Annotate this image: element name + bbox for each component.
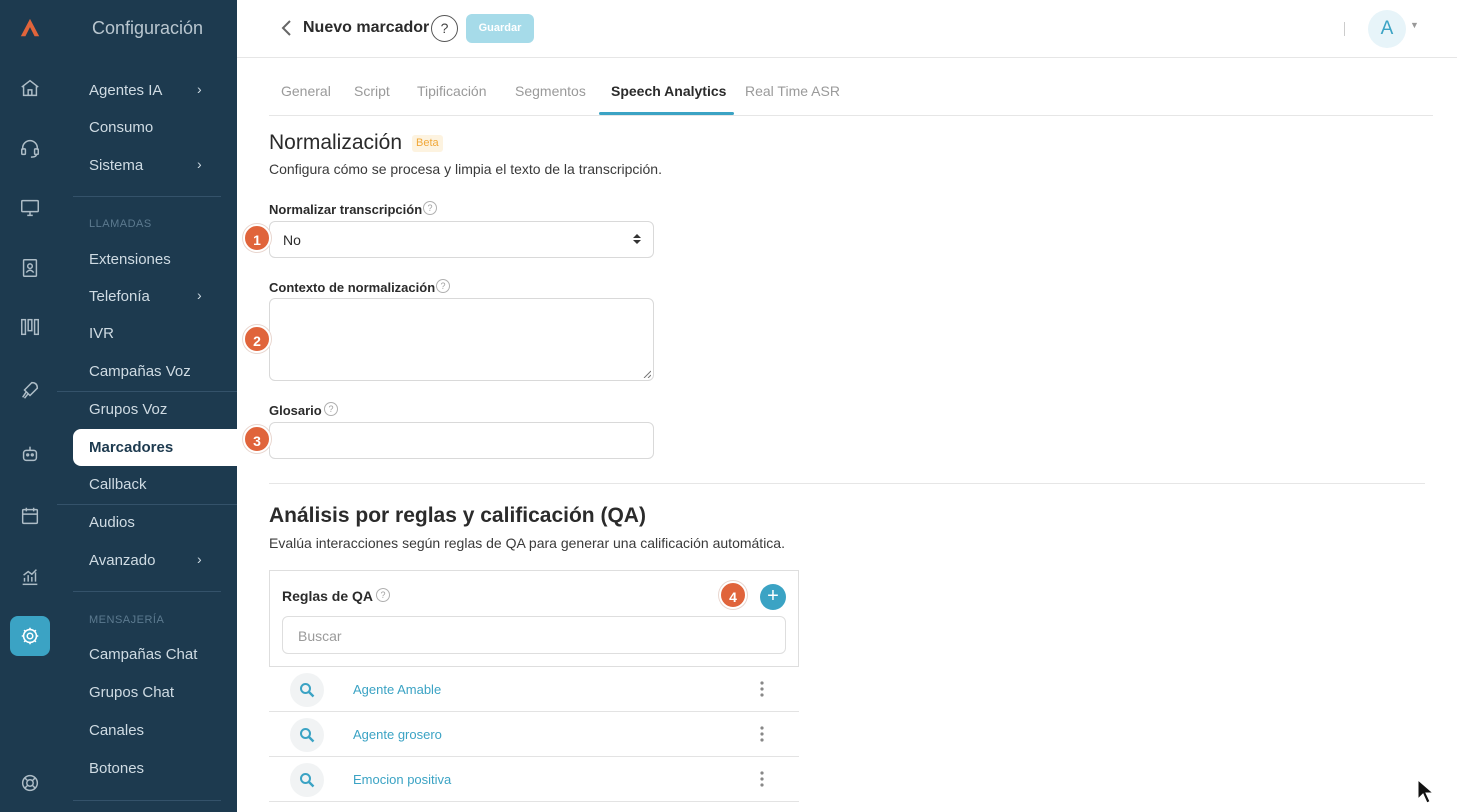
help-icon[interactable]: ? <box>324 402 338 416</box>
sidebar-item-ivr[interactable]: IVR <box>89 324 114 344</box>
step-marker-4: 4 <box>719 581 747 609</box>
mouse-cursor-icon <box>1417 779 1435 804</box>
select-caret-icon <box>633 234 641 244</box>
user-avatar[interactable]: A <box>1368 10 1406 48</box>
logo-icon[interactable] <box>10 8 50 48</box>
kebab-menu-icon[interactable] <box>759 725 765 743</box>
sidebar-item-extensiones[interactable]: Extensiones <box>89 250 171 270</box>
step-marker-3: 3 <box>243 425 271 453</box>
step-marker-2: 2 <box>243 325 271 353</box>
sidebar-item-marcadores[interactable]: Marcadores <box>89 438 173 458</box>
tab-script[interactable]: Script <box>354 83 390 99</box>
tab-speech-analytics[interactable]: Speech Analytics <box>611 83 726 99</box>
qa-rule-name[interactable]: Agente grosero <box>353 727 442 742</box>
sidebar-item-avanzado[interactable]: Avanzado <box>89 551 155 571</box>
resize-handle-icon[interactable] <box>643 370 651 378</box>
search-input[interactable]: Buscar <box>282 616 786 654</box>
beta-badge: Beta <box>412 135 443 152</box>
sidebar-item-sistema[interactable]: Sistema <box>89 156 143 176</box>
sidebar-divider <box>73 800 221 801</box>
sidebar-item-grupos-chat[interactable]: Grupos Chat <box>89 683 174 703</box>
icon-rail <box>0 0 57 812</box>
sidebar-item-agentes-ia[interactable]: Agentes IA <box>89 81 162 101</box>
qa-rules-label: Reglas de QA <box>282 588 374 604</box>
sidebar-item-audios[interactable]: Audios <box>89 513 135 533</box>
active-tab-indicator <box>599 112 734 115</box>
chevron-right-icon: › <box>197 287 202 303</box>
glosario-input[interactable] <box>269 422 654 459</box>
tab-general[interactable]: General <box>281 83 331 99</box>
section-divider <box>269 483 1425 484</box>
qa-rule-name[interactable]: Emocion positiva <box>353 772 451 787</box>
normalizar-select[interactable]: No <box>269 221 654 258</box>
calendar-icon[interactable] <box>10 496 50 536</box>
qa-rule-row[interactable]: Agente Amable <box>269 667 799 712</box>
sidebar-item-telefonia[interactable]: Telefonía <box>89 287 150 307</box>
sidebar-divider <box>57 504 237 505</box>
normalizacion-title: Normalización <box>269 131 403 154</box>
search-icon <box>290 673 324 707</box>
help-icon[interactable]: ? <box>423 201 437 215</box>
sidebar-item-campanas-chat[interactable]: Campañas Chat <box>89 645 197 665</box>
headset-icon[interactable] <box>10 128 50 168</box>
tab-tipificacion[interactable]: Tipificación <box>417 83 487 99</box>
chevron-right-icon: › <box>197 551 202 567</box>
back-arrow-icon[interactable] <box>277 17 297 39</box>
add-rule-button[interactable]: + <box>760 584 786 610</box>
settings-sidebar: Configuración Agentes IA › Consumo Siste… <box>57 0 238 812</box>
help-icon[interactable]: ? <box>376 588 390 602</box>
tab-bar: General Script Tipificación Segmentos Sp… <box>269 72 1433 116</box>
qa-title: Análisis por reglas y calificación (QA) <box>269 504 646 527</box>
kebab-menu-icon[interactable] <box>759 770 765 788</box>
sidebar-item-callback[interactable]: Callback <box>89 475 147 495</box>
contexto-textarea[interactable] <box>269 298 654 381</box>
sidebar-section-llamadas: LLAMADAS <box>89 218 152 230</box>
sidebar-title: Configuración <box>92 18 204 38</box>
glosario-label: Glosario <box>269 403 322 418</box>
bars-icon[interactable] <box>10 307 50 347</box>
normalizar-label: Normalizar transcripción <box>269 202 423 217</box>
sidebar-divider <box>73 591 221 592</box>
sidebar-item-grupos-voz[interactable]: Grupos Voz <box>89 400 167 420</box>
select-value: No <box>283 232 301 248</box>
help-button[interactable]: ? <box>431 15 458 42</box>
home-icon[interactable] <box>10 68 50 108</box>
normalizacion-description: Configura cómo se procesa y limpia el te… <box>269 161 662 177</box>
qa-rule-name[interactable]: Agente Amable <box>353 682 441 697</box>
search-placeholder: Buscar <box>298 628 342 644</box>
help-icon[interactable]: ? <box>436 279 450 293</box>
save-button[interactable]: Guardar <box>466 14 534 43</box>
chart-icon[interactable] <box>10 557 50 597</box>
chevron-down-icon[interactable]: ▼ <box>1410 20 1419 30</box>
step-marker-1: 1 <box>243 224 271 252</box>
header-divider <box>1344 22 1345 36</box>
kebab-menu-icon[interactable] <box>759 680 765 698</box>
settings-icon[interactable] <box>10 616 50 656</box>
tab-segmentos[interactable]: Segmentos <box>515 83 586 99</box>
chevron-right-icon: › <box>197 156 202 172</box>
monitor-icon[interactable] <box>10 188 50 228</box>
sidebar-section-mensajeria: MENSAJERÍA <box>89 614 165 626</box>
page-title: Nuevo marcador <box>303 19 430 36</box>
qa-rule-row[interactable]: Agente grosero <box>269 712 799 757</box>
search-icon <box>290 763 324 797</box>
contacts-icon[interactable] <box>10 248 50 288</box>
qa-rule-row[interactable]: Emocion positiva <box>269 757 799 802</box>
robot-icon[interactable] <box>10 434 50 474</box>
chevron-right-icon: › <box>197 81 202 97</box>
contexto-label: Contexto de normalización <box>269 280 436 295</box>
search-icon <box>290 718 324 752</box>
support-icon[interactable] <box>10 763 50 803</box>
top-header: Nuevo marcador ? Guardar A ▼ <box>237 0 1457 58</box>
sidebar-divider <box>57 391 237 392</box>
sidebar-divider <box>73 196 221 197</box>
sidebar-item-canales[interactable]: Canales <box>89 721 144 741</box>
sidebar-item-botones[interactable]: Botones <box>89 759 144 779</box>
rocket-icon[interactable] <box>10 370 50 410</box>
qa-rules-panel: Reglas de QA ? + Buscar <box>269 570 799 667</box>
tab-real-time-asr[interactable]: Real Time ASR <box>745 83 840 99</box>
sidebar-item-consumo[interactable]: Consumo <box>89 118 153 138</box>
qa-description: Evalúa interacciones según reglas de QA … <box>269 535 785 551</box>
sidebar-item-campanas-voz[interactable]: Campañas Voz <box>89 362 191 382</box>
